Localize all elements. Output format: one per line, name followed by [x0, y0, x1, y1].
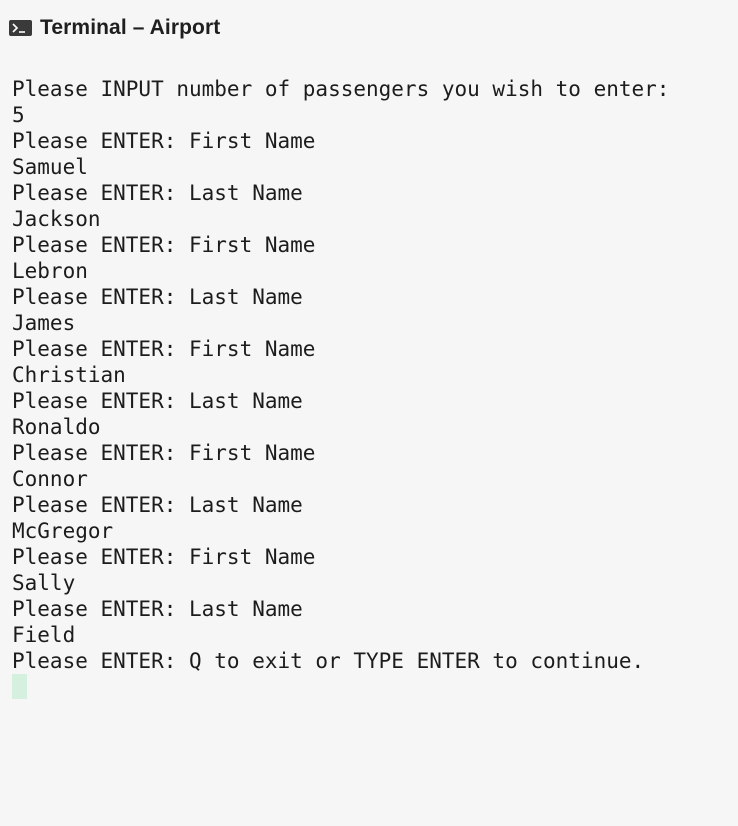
terminal-line: Please ENTER: First Name — [12, 337, 316, 361]
text-cursor[interactable] — [12, 674, 27, 699]
terminal-line: Samuel — [12, 155, 88, 179]
terminal-line: Ronaldo — [12, 415, 101, 439]
cursor-line[interactable] — [12, 674, 728, 700]
terminal-line: Field — [12, 623, 76, 647]
terminal-line: Christian — [12, 363, 126, 387]
terminal-line: Connor — [12, 467, 88, 491]
terminal-line: Please ENTER: First Name — [12, 441, 316, 465]
terminal-line: McGregor — [12, 519, 114, 543]
terminal-line: James — [12, 311, 76, 335]
title-bar: Terminal – Airport — [0, 0, 738, 56]
terminal-line: Please INPUT number of passengers you wi… — [12, 77, 670, 101]
terminal-line: Please ENTER: First Name — [12, 129, 316, 153]
terminal-line: Please ENTER: Last Name — [12, 597, 303, 621]
terminal-output[interactable]: Please INPUT number of passengers you wi… — [12, 76, 728, 700]
terminal-line: Jackson — [12, 207, 101, 231]
terminal-line: Please ENTER: Last Name — [12, 181, 303, 205]
terminal-line: Please ENTER: Q to exit or TYPE ENTER to… — [12, 649, 645, 673]
terminal-line: Please ENTER: Last Name — [12, 285, 303, 309]
terminal-line: 5 — [12, 103, 25, 127]
terminal-line: Please ENTER: First Name — [12, 233, 316, 257]
terminal-line: Sally — [12, 571, 76, 595]
terminal-line: Lebron — [12, 259, 88, 283]
terminal-line: Please ENTER: Last Name — [12, 389, 303, 413]
terminal-icon — [9, 20, 32, 36]
window-title: Terminal – Airport — [40, 16, 221, 39]
terminal-line: Please ENTER: Last Name — [12, 493, 303, 517]
terminal-line: Please ENTER: First Name — [12, 545, 316, 569]
